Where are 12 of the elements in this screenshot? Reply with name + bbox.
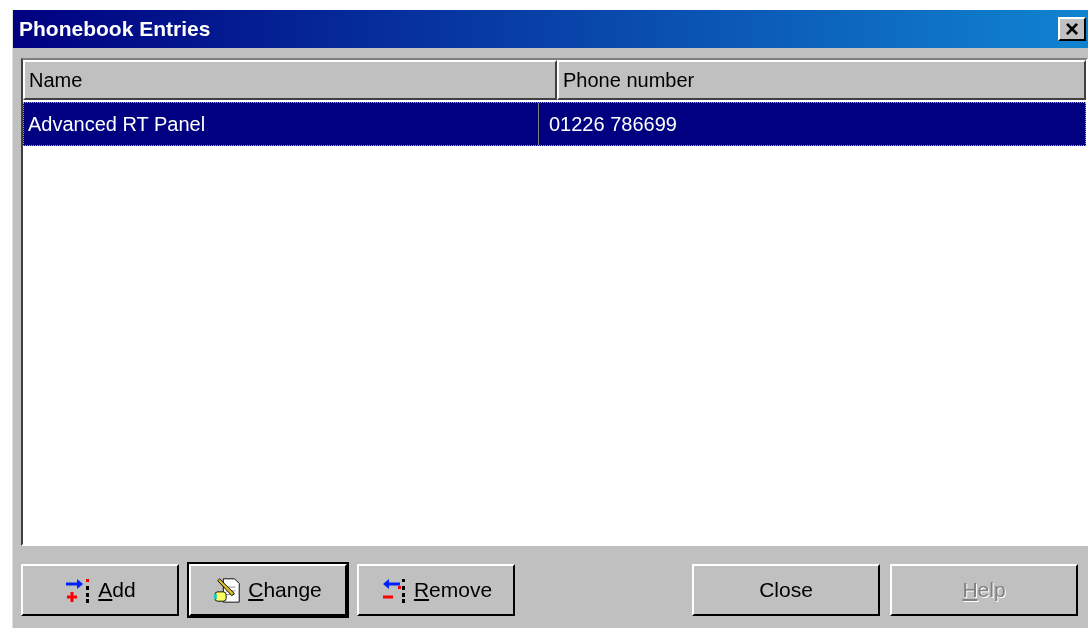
column-header[interactable]: Name: [23, 60, 557, 100]
remove-button[interactable]: Remove: [357, 564, 515, 616]
add-button[interactable]: Add: [21, 564, 179, 616]
window-title: Phonebook Entries: [19, 17, 211, 41]
close-button[interactable]: Close: [692, 564, 880, 616]
list-row[interactable]: Advanced RT Panel 01226 786699: [23, 102, 1086, 146]
close-button[interactable]: ×: [1058, 17, 1086, 41]
table-cell-text: 01226 786699: [548, 112, 677, 136]
column-header[interactable]: Phone number: [557, 60, 1086, 100]
edit-document-icon: [214, 576, 243, 604]
change-button[interactable]: Change: [189, 564, 347, 616]
table-cell: Advanced RT Panel: [24, 103, 539, 145]
